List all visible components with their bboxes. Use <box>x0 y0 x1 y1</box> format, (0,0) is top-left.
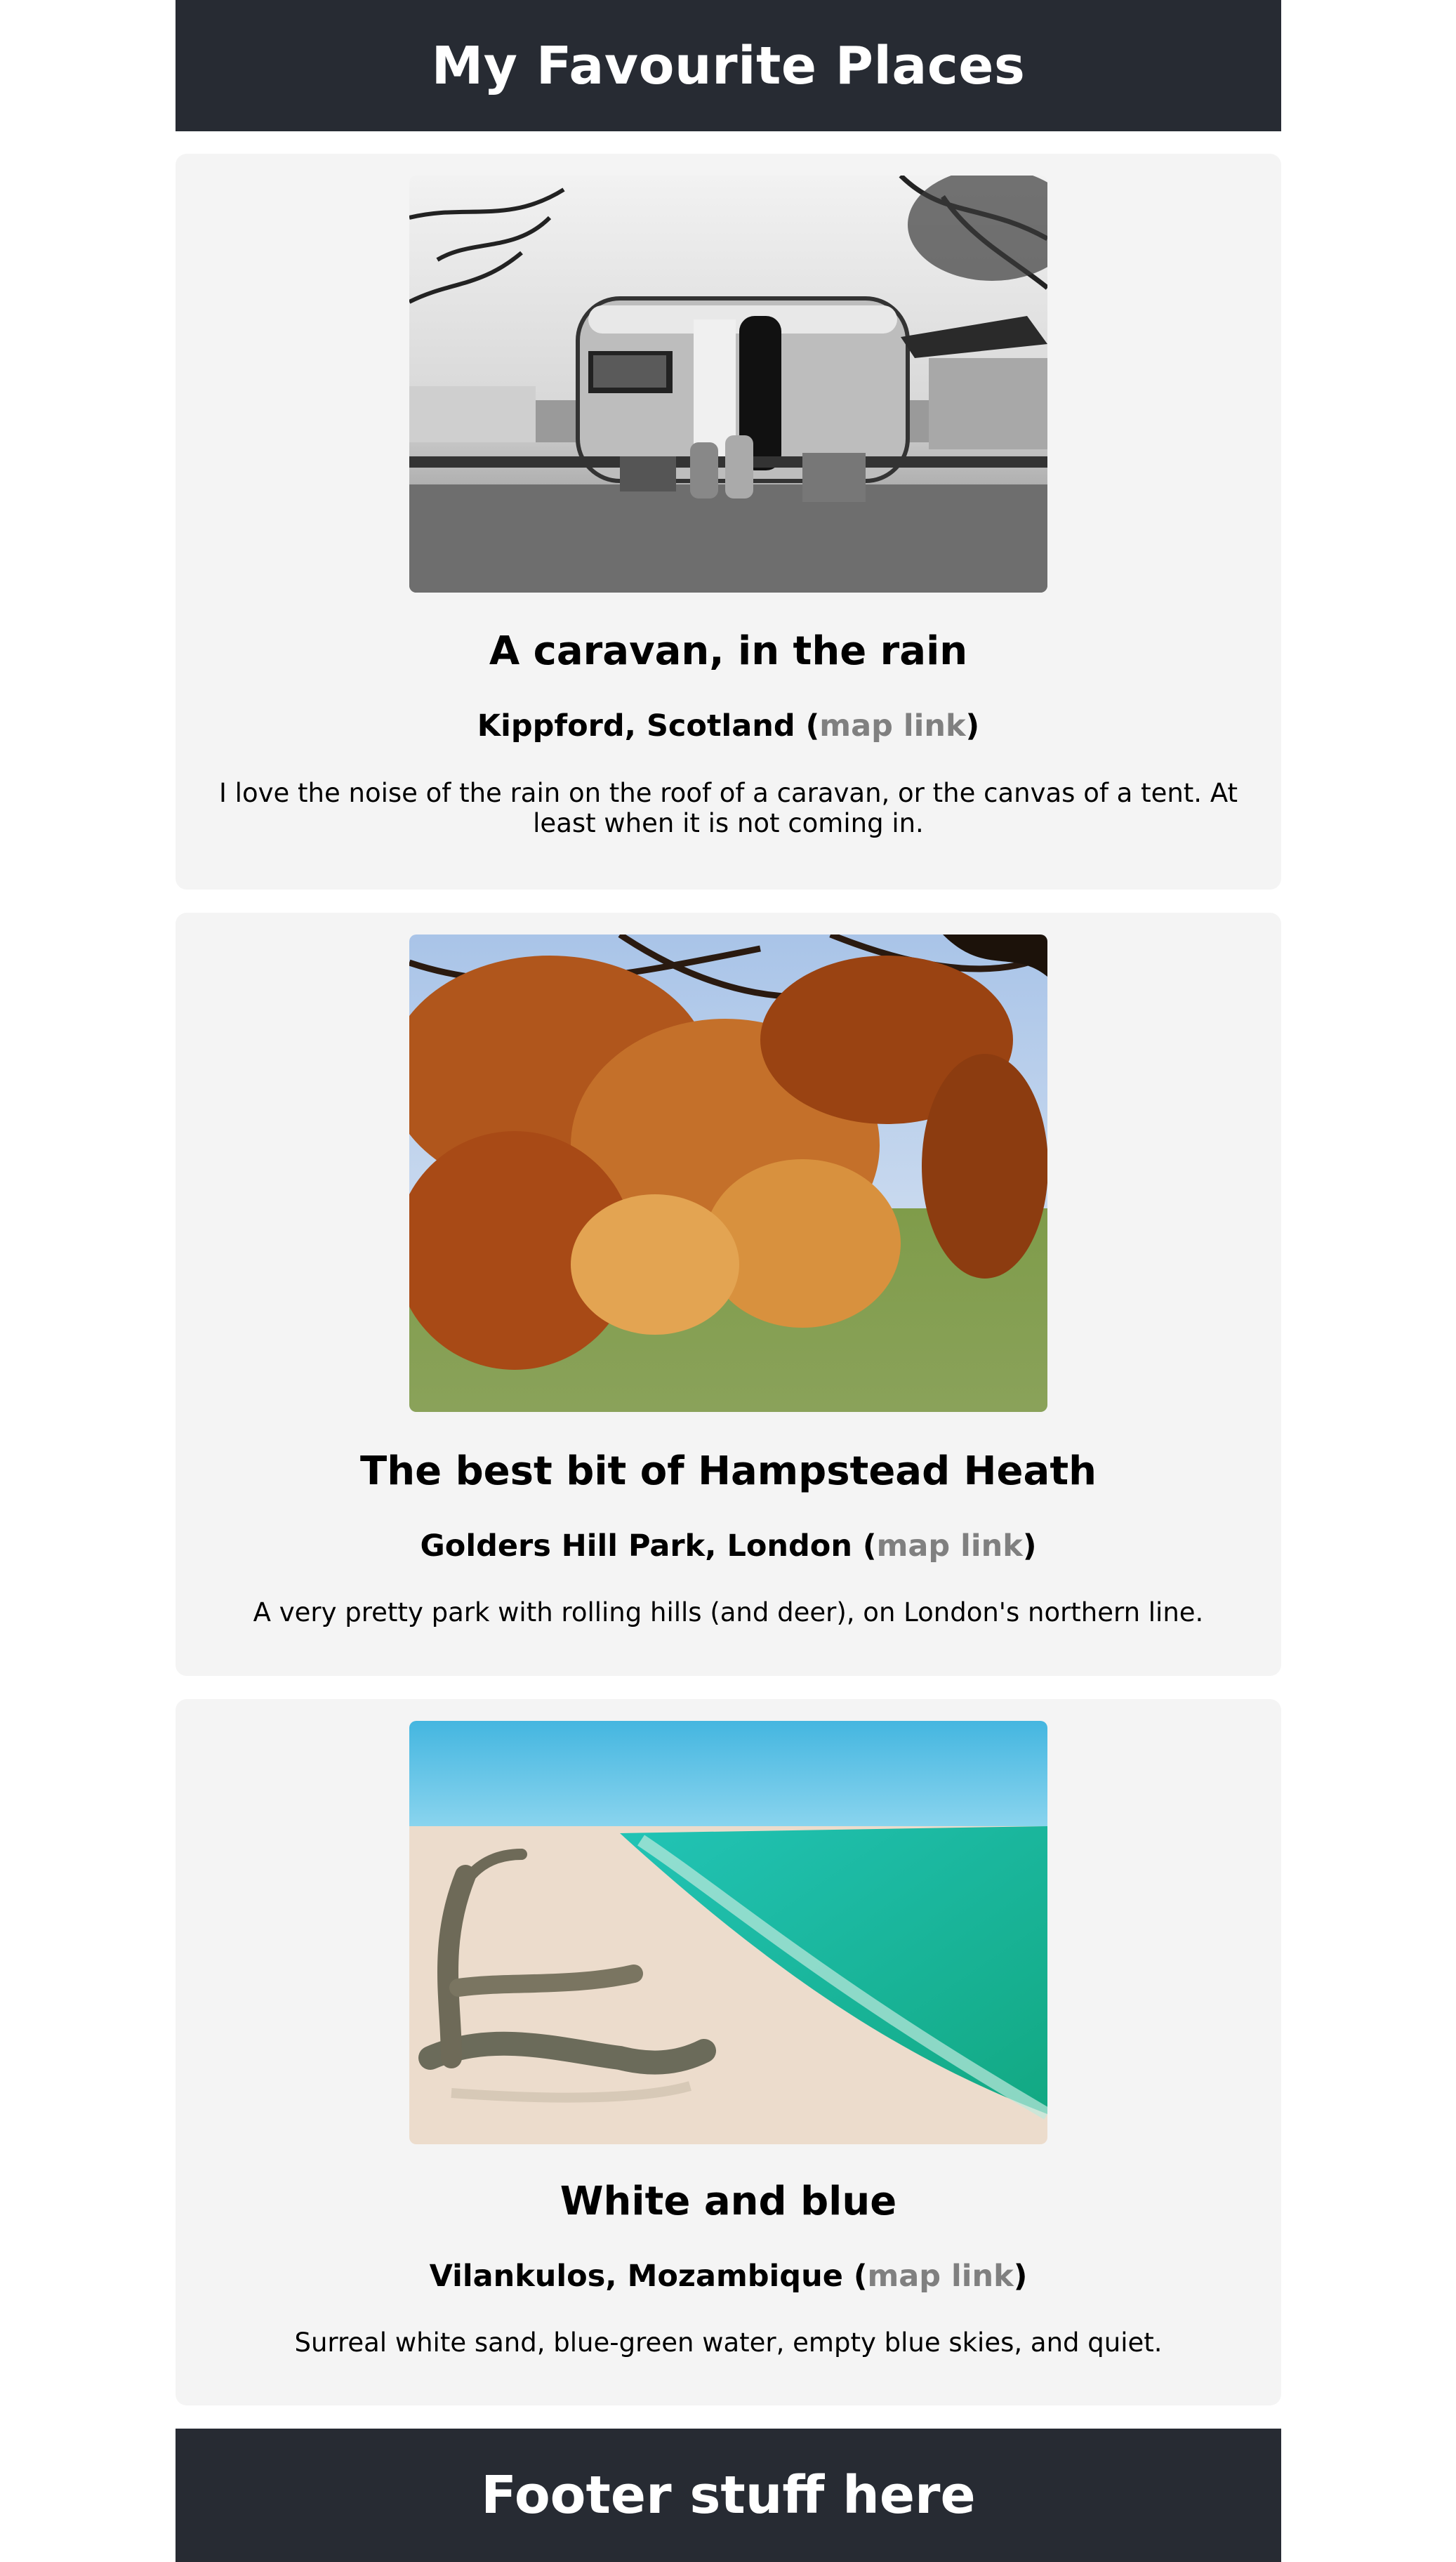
place-description: I love the noise of the rain on the roof… <box>219 778 1238 838</box>
place-title: A caravan, in the rain <box>489 628 968 674</box>
page-wrapper: My Favourite Places A caravan, in the ra… <box>176 0 1281 2562</box>
place-card-caravan: A caravan, in the rain Kippford, Scotlan… <box>176 154 1281 890</box>
location-text: Vilankulos, Mozambique <box>429 2259 843 2294</box>
place-location: Golders Hill Park, London (map link) <box>420 1528 1037 1564</box>
park-photo <box>409 935 1047 1412</box>
map-link[interactable]: map link <box>867 2259 1013 2294</box>
place-location: Kippford, Scotland (map link) <box>477 708 980 744</box>
caravan-photo <box>409 176 1047 593</box>
map-link[interactable]: map link <box>877 1528 1023 1564</box>
map-link[interactable]: map link <box>819 708 965 744</box>
location-text: Kippford, Scotland <box>477 708 795 744</box>
place-card-vilankulos: White and blue Vilankulos, Mozambique (m… <box>176 1699 1281 2405</box>
beach-photo <box>409 1721 1047 2144</box>
site-footer: Footer stuff here <box>176 2429 1281 2562</box>
place-description: Surreal white sand, blue-green water, em… <box>294 2327 1163 2358</box>
site-header: My Favourite Places <box>176 0 1281 131</box>
footer-text: Footer stuff here <box>481 2465 976 2525</box>
place-card-hampstead: The best bit of Hampstead Heath Golders … <box>176 913 1281 1676</box>
place-location: Vilankulos, Mozambique (map link) <box>429 2259 1028 2294</box>
place-description: A very pretty park with rolling hills (a… <box>253 1597 1204 1627</box>
page-title: My Favourite Places <box>431 35 1026 96</box>
place-title: The best bit of Hampstead Heath <box>360 1448 1097 1494</box>
location-text: Golders Hill Park, London <box>420 1528 852 1564</box>
place-title: White and blue <box>560 2179 897 2224</box>
